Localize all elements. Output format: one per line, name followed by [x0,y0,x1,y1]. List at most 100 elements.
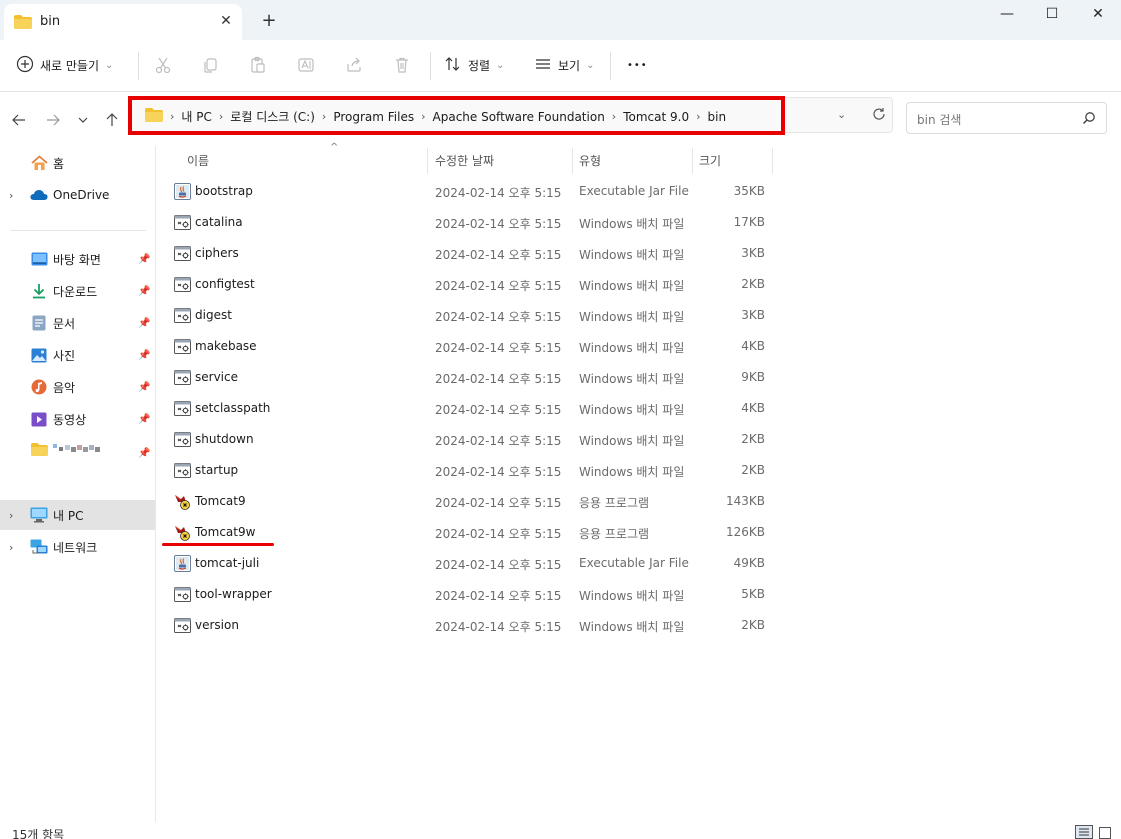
forward-arrow-icon[interactable] [42,109,64,131]
file-row-makebase[interactable]: makebase 2024-02-14 오후 5:15 Windows 배치 파일 4… [157,331,1121,362]
file-row-tool-wrapper[interactable]: tool-wrapper 2024-02-14 오후 5:15 Windows 배치… [157,579,1121,610]
file-size: 143KB [725,494,765,508]
back-arrow-icon[interactable] [8,109,30,131]
new-tab-button[interactable]: + [258,10,280,32]
new-button[interactable]: 새로 만들기 ⌄ [16,52,113,78]
cut-icon [153,55,173,75]
file-size: 3KB [741,308,765,322]
file-date: 2024-02-14 오후 5:15 [435,589,562,603]
desktop-icon [30,250,48,268]
file-row-tomcat9[interactable]: Tomcat9 2024-02-14 오후 5:15 응용 프로그램 143KB [157,486,1121,517]
minimize-button[interactable]: — [984,0,1030,30]
file-size: 3KB [741,246,765,260]
jar-file-icon [174,183,191,200]
sidebar-item-downloads[interactable]: 다운로드 📌 [0,276,155,306]
view-button[interactable]: 보기 ⌄ [534,52,594,78]
file-name: tool-wrapper [195,587,272,601]
file-row-setclasspath[interactable]: setclasspath 2024-02-14 오후 5:15 Windows 배치… [157,393,1121,424]
address-history-chevron-icon[interactable]: ⌄ [837,108,846,121]
paste-button[interactable] [248,52,268,78]
file-row-catalina[interactable]: catalina 2024-02-14 오후 5:15 Windows 배치 파일 1… [157,207,1121,238]
folder-icon [30,440,48,458]
maximize-button[interactable]: ☐ [1029,0,1075,30]
sidebar-item-desktop[interactable]: 바탕 화면 📌 [0,244,155,274]
close-window-button[interactable]: ✕ [1075,0,1121,30]
column-header-size[interactable]: 크기 [699,146,769,174]
sidebar-item-documents[interactable]: 문서 📌 [0,308,155,338]
paste-icon [248,55,268,75]
pin-icon[interactable]: 📌 [138,382,150,393]
column-header-label: 크기 [699,153,722,168]
sidebar-item-network[interactable]: › 네트워크 [0,532,155,562]
pin-icon[interactable]: 📌 [138,448,150,459]
search-placeholder: bin 검색 [917,113,962,127]
file-row-ciphers[interactable]: ciphers 2024-02-14 오후 5:15 Windows 배치 파일 3K… [157,238,1121,269]
pin-icon[interactable]: 📌 [138,350,150,361]
column-divider[interactable] [692,148,693,174]
column-divider[interactable] [772,148,773,174]
file-row-digest[interactable]: digest 2024-02-14 오후 5:15 Windows 배치 파일 3KB [157,300,1121,331]
file-type: Windows 배치 파일 [579,310,685,324]
cut-button[interactable] [153,52,173,78]
file-name: service [195,370,238,384]
up-arrow-icon[interactable] [101,109,123,131]
sidebar-item-pictures[interactable]: 사진 📌 [0,340,155,370]
column-header-modified[interactable]: 수정한 날짜 [435,146,565,174]
sidebar-item-home[interactable]: 홈 [0,148,155,178]
copy-button[interactable] [200,52,220,78]
batch-file-icon [174,462,191,479]
tab-bin[interactable]: bin ✕ [4,4,242,40]
pin-icon[interactable]: 📌 [138,254,150,265]
file-name: bootstrap [195,184,253,198]
file-row-service[interactable]: service 2024-02-14 오후 5:15 Windows 배치 파일 9K… [157,362,1121,393]
column-divider[interactable] [427,148,428,174]
recent-locations-chevron-icon[interactable] [72,109,94,131]
column-header-name[interactable]: 이름 ^ [187,142,427,174]
file-type: Windows 배치 파일 [579,372,685,386]
share-button[interactable] [344,52,364,78]
file-row-shutdown[interactable]: shutdown 2024-02-14 오후 5:15 Windows 배치 파일 2… [157,424,1121,455]
toolbar-divider [138,52,139,80]
sidebar-item-videos[interactable]: 동영상 📌 [0,404,155,434]
search-input[interactable]: bin 검색 [906,102,1107,134]
batch-file-icon [174,369,191,386]
sidebar-item-onedrive[interactable]: › OneDrive [0,180,155,210]
column-header-type[interactable]: 유형 [579,146,689,174]
sidebar-item-music[interactable]: 음악 📌 [0,372,155,402]
chevron-right-icon[interactable]: › [9,541,13,554]
more-options-button[interactable]: ••• [627,52,648,78]
chevron-right-icon[interactable]: › [9,189,13,202]
sidebar-item-label: 음악 [53,380,76,395]
pin-icon[interactable]: 📌 [138,286,150,297]
jar-file-icon [174,555,191,572]
delete-button[interactable] [392,52,412,78]
file-size: 4KB [741,339,765,353]
details-view-icon[interactable] [1075,825,1093,839]
column-divider[interactable] [572,148,573,174]
delete-icon [392,55,412,75]
refresh-icon[interactable] [867,104,891,128]
large-icons-view-icon[interactable] [1099,827,1111,839]
pin-icon[interactable]: 📌 [138,318,150,329]
search-icon[interactable] [1082,111,1096,128]
chevron-right-icon[interactable]: › [9,509,13,522]
file-row-startup[interactable]: startup 2024-02-14 오후 5:15 Windows 배치 파일 2K… [157,455,1121,486]
navigation-pane: 홈 › OneDrive 바탕 화면 📌 다운로드 📌 문서 📌 사진 📌 음악… [0,146,156,822]
file-row-version[interactable]: version 2024-02-14 오후 5:15 Windows 배치 파일 2K… [157,610,1121,641]
file-row-configtest[interactable]: configtest 2024-02-14 오후 5:15 Windows 배치 파… [157,269,1121,300]
sidebar-item-this-pc[interactable]: › 내 PC [0,500,155,530]
file-row-tomcat9w[interactable]: Tomcat9w 2024-02-14 오후 5:15 응용 프로그램 126KB [157,517,1121,548]
sidebar-item-pinned-folder[interactable]: 📌 [0,434,155,464]
batch-file-icon [174,617,191,634]
file-row-tomcat-juli[interactable]: tomcat-juli 2024-02-14 오후 5:15 Executable … [157,548,1121,579]
file-type: Windows 배치 파일 [579,341,685,355]
close-tab-icon[interactable]: ✕ [216,11,236,31]
sort-button[interactable]: 정렬 ⌄ [444,52,504,78]
address-row: › 내 PC › 로컬 디스크 (C:) › Program Files › A… [0,92,1121,146]
file-type: Windows 배치 파일 [579,279,685,293]
file-row-bootstrap[interactable]: bootstrap 2024-02-14 오후 5:15 Executable Ja… [157,176,1121,207]
pin-icon[interactable]: 📌 [138,414,150,425]
sidebar-item-label: 다운로드 [53,284,98,299]
rename-button[interactable] [296,52,316,78]
tomcat9w-underline-mark [162,543,274,546]
